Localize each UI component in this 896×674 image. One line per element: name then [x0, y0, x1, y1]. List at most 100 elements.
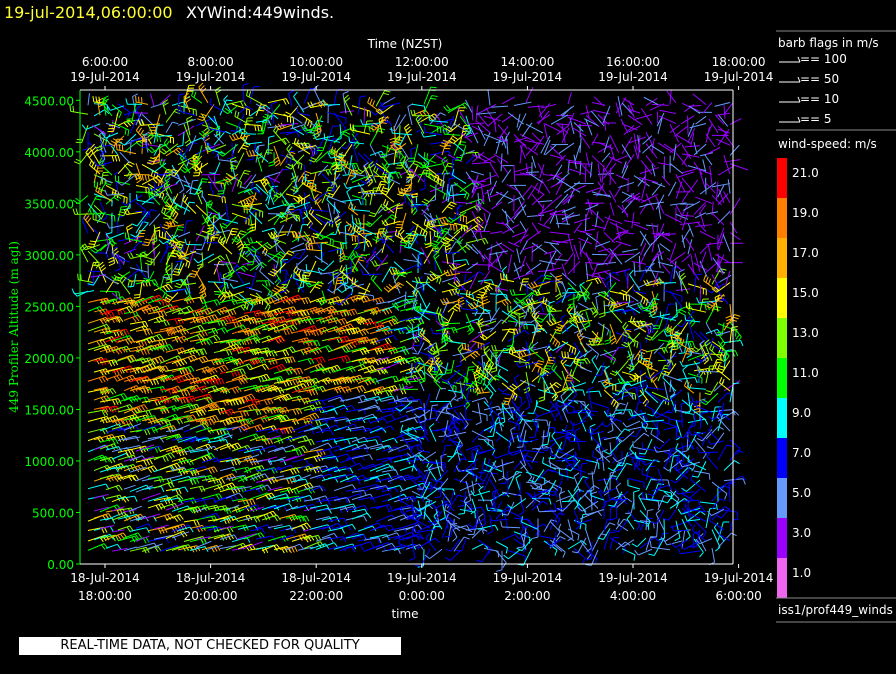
- barb-flag: [138, 128, 141, 133]
- wind-barb: [202, 513, 220, 518]
- barb-flag: [107, 223, 110, 228]
- barb-flag: [141, 350, 143, 355]
- barb-flag: [162, 149, 167, 153]
- barb-staff: [151, 252, 160, 265]
- barb-flag: [201, 325, 204, 330]
- barb-flag: [126, 98, 128, 104]
- barb-flag: [213, 416, 216, 421]
- wind-barb: [220, 370, 240, 377]
- wind-barb: [284, 106, 298, 116]
- wind-barb: [172, 227, 184, 242]
- barb-flag: [224, 328, 227, 333]
- barb-flag: [208, 213, 212, 218]
- barb-flag: [177, 145, 183, 146]
- barb-flag: [109, 361, 112, 366]
- barb-flag: [181, 391, 184, 396]
- barb-flag: [187, 116, 192, 119]
- barb-flag: [312, 414, 316, 419]
- wind-barb: [106, 544, 121, 549]
- barb-flag: [163, 196, 166, 201]
- barb-flag: [175, 286, 181, 288]
- barb-flag: [294, 489, 297, 494]
- barb-flag: [138, 315, 142, 320]
- barb-flag: [136, 425, 139, 430]
- barb-flag: [243, 369, 246, 374]
- barb-flag: [293, 409, 296, 414]
- barb-flag: [204, 538, 207, 543]
- barb-flag: [127, 307, 131, 312]
- barb-staff: [220, 467, 234, 470]
- wind-barb: [300, 207, 305, 224]
- barb-flag: [222, 329, 225, 334]
- barb-flag: [290, 469, 293, 474]
- barb-flag: [177, 229, 183, 230]
- barb-flag: [189, 202, 195, 203]
- barb-flag: [130, 526, 133, 531]
- barb-flag: [265, 474, 269, 479]
- barb-flag: [216, 415, 219, 420]
- barb-staff: [178, 175, 184, 190]
- wind-barb: [130, 242, 145, 253]
- wind-barb: [124, 485, 136, 489]
- barb-flag: [190, 373, 194, 378]
- wind-barb: [142, 546, 161, 552]
- barb-flag: [222, 197, 223, 203]
- barb-flag: [315, 413, 319, 418]
- wind-barb: [220, 262, 236, 264]
- barb-flag: [275, 358, 278, 363]
- barb-flag: [293, 357, 296, 362]
- wind-barb: [184, 202, 195, 214]
- wind-barb: [136, 96, 148, 104]
- barb-flag: [264, 400, 267, 405]
- barb-staff: [196, 225, 204, 241]
- barb-flag: [178, 361, 182, 366]
- barb-staff: [234, 269, 244, 284]
- barb-flag: [148, 175, 149, 181]
- barb-flag: [166, 285, 170, 290]
- wind-barb: [154, 320, 169, 326]
- barb-flag: [227, 283, 228, 289]
- barb-flag: [260, 266, 263, 271]
- barb-flag: [136, 194, 137, 200]
- barb-flag: [127, 209, 130, 214]
- wind-barb: [274, 357, 295, 363]
- wind-barb: [91, 245, 106, 253]
- barb-staff: [106, 133, 118, 138]
- barb-staff: [118, 162, 129, 174]
- wind-barb: [256, 536, 275, 541]
- barb-flag: [76, 209, 78, 215]
- barb-staff: [110, 233, 124, 239]
- barb-flag: [234, 322, 237, 327]
- wind-barb: [250, 86, 260, 103]
- wind-barb: [269, 152, 275, 166]
- barb-flag: [103, 310, 106, 315]
- barb-flag: [121, 394, 124, 399]
- barb-flag: [190, 499, 193, 504]
- barb-flag: [132, 410, 136, 415]
- barb-flag: [289, 504, 292, 509]
- wind-barb: [226, 321, 242, 327]
- barb-flag: [166, 456, 169, 461]
- barb-flag: [173, 151, 177, 155]
- barb-flag: [164, 208, 170, 209]
- barb-flag: [229, 135, 232, 140]
- barb-flag: [250, 237, 252, 243]
- barb-flag: [289, 348, 293, 353]
- wind-barb: [208, 478, 225, 484]
- wind-barb: [298, 347, 313, 354]
- barb-staff: [292, 523, 307, 529]
- barb-staff: [252, 272, 256, 288]
- barb-flag: [193, 415, 196, 420]
- barb-flag: [251, 394, 255, 399]
- barb-flag: [101, 214, 104, 219]
- barb-flag: [204, 330, 207, 335]
- barb-flag: [148, 524, 151, 529]
- barb-staff: [243, 85, 244, 102]
- barb-staff: [164, 184, 178, 189]
- barb-flag: [220, 256, 224, 260]
- barb-flag: [199, 388, 203, 393]
- barb-flag: [134, 297, 140, 298]
- barb-flag: [293, 469, 296, 474]
- barb-flag: [155, 358, 158, 363]
- barb-flag: [162, 207, 164, 213]
